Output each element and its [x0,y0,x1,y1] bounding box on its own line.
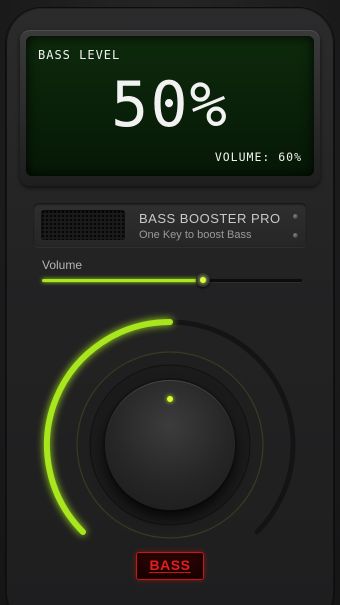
info-panel: BASS BOOSTER PRO One Key to boost Bass [33,203,307,247]
screw-icon [293,214,298,219]
volume-slider-fill [42,279,203,282]
volume-slider[interactable] [42,272,302,290]
speaker-grille-icon [41,210,125,240]
volume-label: Volume [42,258,83,272]
bass-booster-app: BASS LEVEL 50% VOLUME: 60% BASS BOOSTER … [0,0,340,605]
lcd-frame: BASS LEVEL 50% VOLUME: 60% [20,30,320,186]
volume-slider-thumb[interactable] [196,273,210,287]
bass-level-label: BASS LEVEL [38,48,121,62]
bass-button-label: BASS [148,557,192,573]
volume-readout: VOLUME: 60% [214,150,302,164]
bass-button[interactable]: BASS [136,552,204,580]
screw-icon [293,233,298,238]
app-title: BASS BOOSTER PRO [139,211,281,226]
bass-knob[interactable] [105,380,235,510]
app-subtitle: One Key to boost Bass [139,229,252,241]
bass-level-value: 50% [111,68,229,141]
knob-indicator-icon [167,396,173,402]
lcd-screen: BASS LEVEL 50% VOLUME: 60% [26,36,314,176]
